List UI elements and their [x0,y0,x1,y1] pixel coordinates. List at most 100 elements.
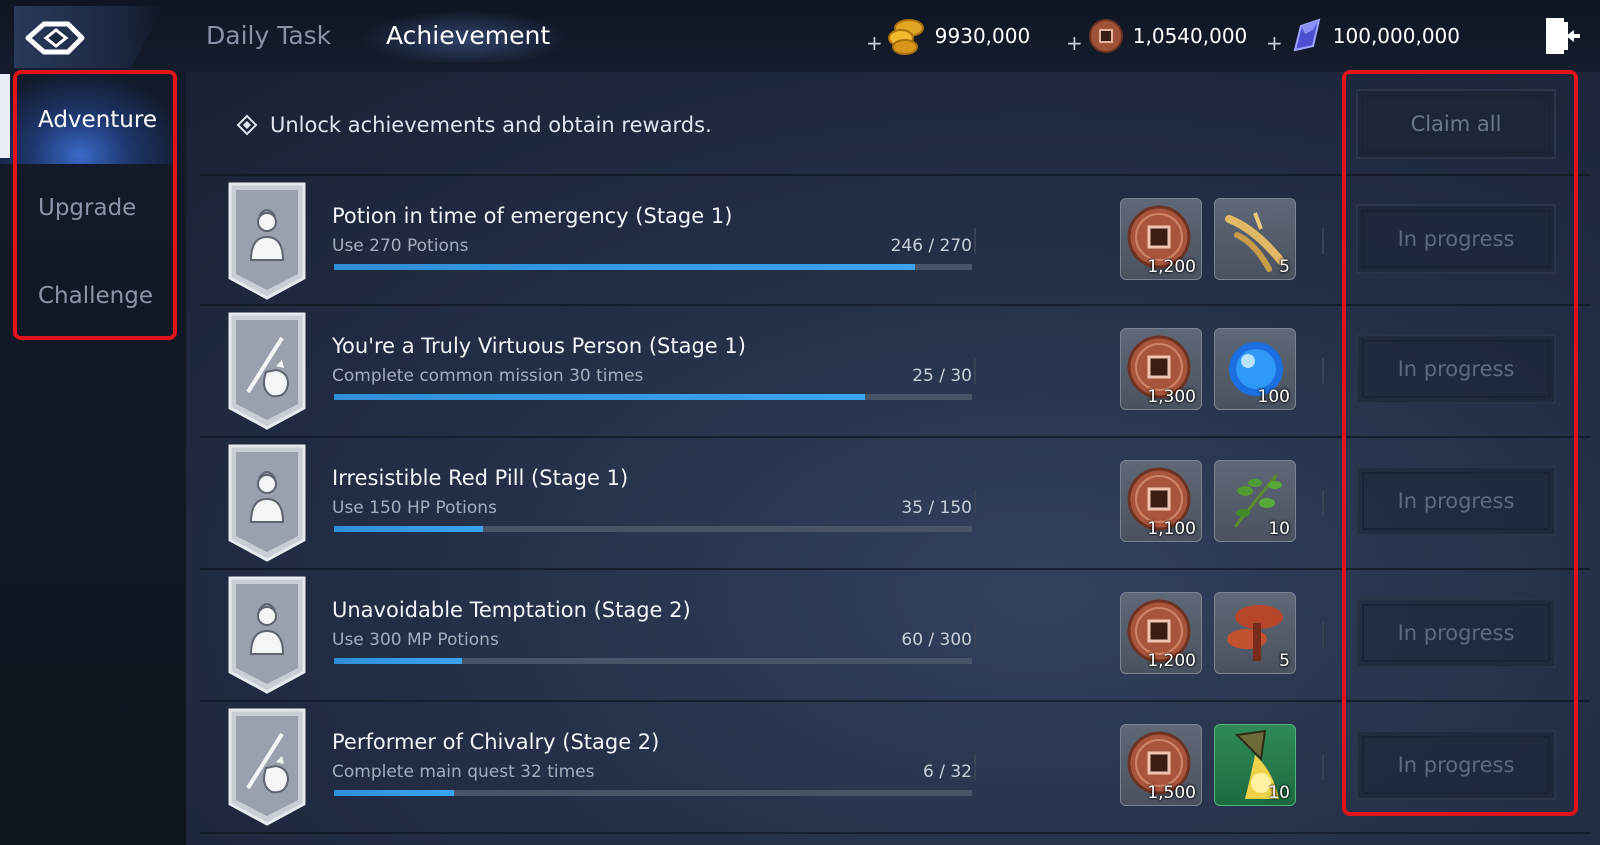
achievement-count: 6 / 32 [923,762,972,782]
reward-slot[interactable]: 10 [1214,460,1296,542]
achievement-count: 246 / 270 [890,236,972,256]
achievement-row: You're a Truly Virtuous Person (Stage 1)… [200,306,1590,436]
sidebar-item-label: Challenge [38,283,153,309]
copper-coin-icon [1088,19,1123,53]
progress-fill [334,790,454,796]
sidebar-item-adventure[interactable]: Adventure [0,76,178,164]
active-indicator [0,74,10,158]
column-divider [974,358,976,384]
reward-slot[interactable]: 1,200 [1120,198,1202,280]
reward-quantity: 1,500 [1147,783,1196,803]
reward-slot[interactable]: 1,100 [1120,460,1202,542]
back-arrow-icon [25,21,85,55]
achievement-title: You're a Truly Virtuous Person (Stage 1) [332,334,746,358]
reward-quantity: 5 [1279,651,1290,671]
person-badge-icon [226,444,308,562]
status-button[interactable]: In progress [1356,334,1556,404]
copper-amount: 1,0540,000 [1132,24,1248,48]
reward-slot[interactable]: 1,300 [1120,328,1202,410]
progress-fill [334,394,866,400]
progress-fill [334,264,916,270]
achievement-description: Use 300 MP Potions [332,630,499,650]
reward-slot[interactable]: 100 [1214,328,1296,410]
category-sidebar: Adventure Upgrade Challenge [0,72,186,845]
achievement-count: 60 / 300 [901,630,972,650]
achievement-title: Unavoidable Temptation (Stage 2) [332,598,691,622]
achievement-description: Use 150 HP Potions [332,498,497,518]
crystal-currency: + 100,000,000 [1266,14,1460,58]
achievement-description: Complete common mission 30 times [332,366,644,386]
bundle-badge-icon [226,312,308,430]
reward-slot[interactable]: 1,200 [1120,592,1202,674]
achievement-description: Use 270 Potions [332,236,469,256]
add-gold-button[interactable]: + [866,31,883,55]
column-divider [1322,228,1324,254]
column-divider [974,754,976,780]
progress-bar [334,394,972,400]
exit-button[interactable] [1544,16,1580,60]
top-bar: Daily Task Achievement + 9930,000 + 1,05… [0,0,1600,72]
column-divider [1322,622,1324,648]
info-text: Unlock achievements and obtain rewards. [270,113,712,137]
achievement-description: Complete main quest 32 times [332,762,595,782]
status-button[interactable]: In progress [1356,204,1556,274]
tab-daily-task[interactable]: Daily Task [206,18,331,54]
add-copper-button[interactable]: + [1066,31,1083,55]
reward-quantity: 1,200 [1147,257,1196,277]
reward-quantity: 5 [1279,257,1290,277]
row-divider [200,832,1590,834]
column-divider [1322,358,1324,384]
reward-slot[interactable]: 5 [1214,198,1296,280]
exit-door-icon [1546,18,1580,54]
column-divider [974,228,976,254]
reward-quantity: 10 [1268,519,1290,539]
reward-slot[interactable]: 1,500 [1120,724,1202,806]
info-line: Unlock achievements and obtain rewards. [236,108,712,142]
progress-fill [334,526,483,532]
column-divider [974,622,976,648]
reward-quantity: 1,300 [1147,387,1196,407]
status-button[interactable]: In progress [1356,730,1556,800]
bundle-badge-icon [226,708,308,826]
copper-currency: + 1,0540,000 [1066,14,1247,58]
achievement-count: 25 / 30 [912,366,972,386]
achievement-row: Irresistible Red Pill (Stage 1) Use 150 H… [200,438,1590,568]
sidebar-item-challenge[interactable]: Challenge [0,252,178,340]
sidebar-item-label: Upgrade [38,195,137,221]
add-crystal-button[interactable]: + [1266,31,1283,55]
status-button[interactable]: In progress [1356,466,1556,536]
achievement-row: Potion in time of emergency (Stage 1) Use… [200,176,1590,306]
sidebar-item-label: Adventure [38,107,157,133]
diamond-icon [236,114,258,136]
gold-amount: 9930,000 [934,24,1031,48]
progress-fill [334,658,462,664]
reward-quantity: 1,200 [1147,651,1196,671]
column-divider [1322,490,1324,516]
reward-slot[interactable]: 5 [1214,592,1296,674]
reward-quantity: 100 [1257,387,1290,407]
gold-coins-icon [887,19,924,55]
achievement-title: Performer of Chivalry (Stage 2) [332,730,660,754]
back-button[interactable] [14,6,164,68]
crystal-amount: 100,000,000 [1332,24,1461,48]
claim-all-button[interactable]: Claim all [1356,89,1556,159]
person-badge-icon [226,576,308,694]
progress-bar [334,526,972,532]
achievement-count: 35 / 150 [901,498,972,518]
achievement-row: Unavoidable Temptation (Stage 2) Use 300 … [200,570,1590,700]
achievement-title: Irresistible Red Pill (Stage 1) [332,466,629,490]
sidebar-item-upgrade[interactable]: Upgrade [0,164,178,252]
person-badge-icon [226,182,308,300]
reward-quantity: 1,100 [1147,519,1196,539]
column-divider [1322,754,1324,780]
column-divider [974,490,976,516]
crystal-icon [1293,18,1321,52]
progress-bar [334,790,972,796]
reward-slot[interactable]: 10 [1214,724,1296,806]
tab-achievement[interactable]: Achievement [386,18,550,54]
progress-bar [334,658,972,664]
status-button[interactable]: In progress [1356,598,1556,668]
gold-currency: + 9930,000 [866,14,1030,58]
achievement-title: Potion in time of emergency (Stage 1) [332,204,733,228]
reward-quantity: 10 [1268,783,1290,803]
